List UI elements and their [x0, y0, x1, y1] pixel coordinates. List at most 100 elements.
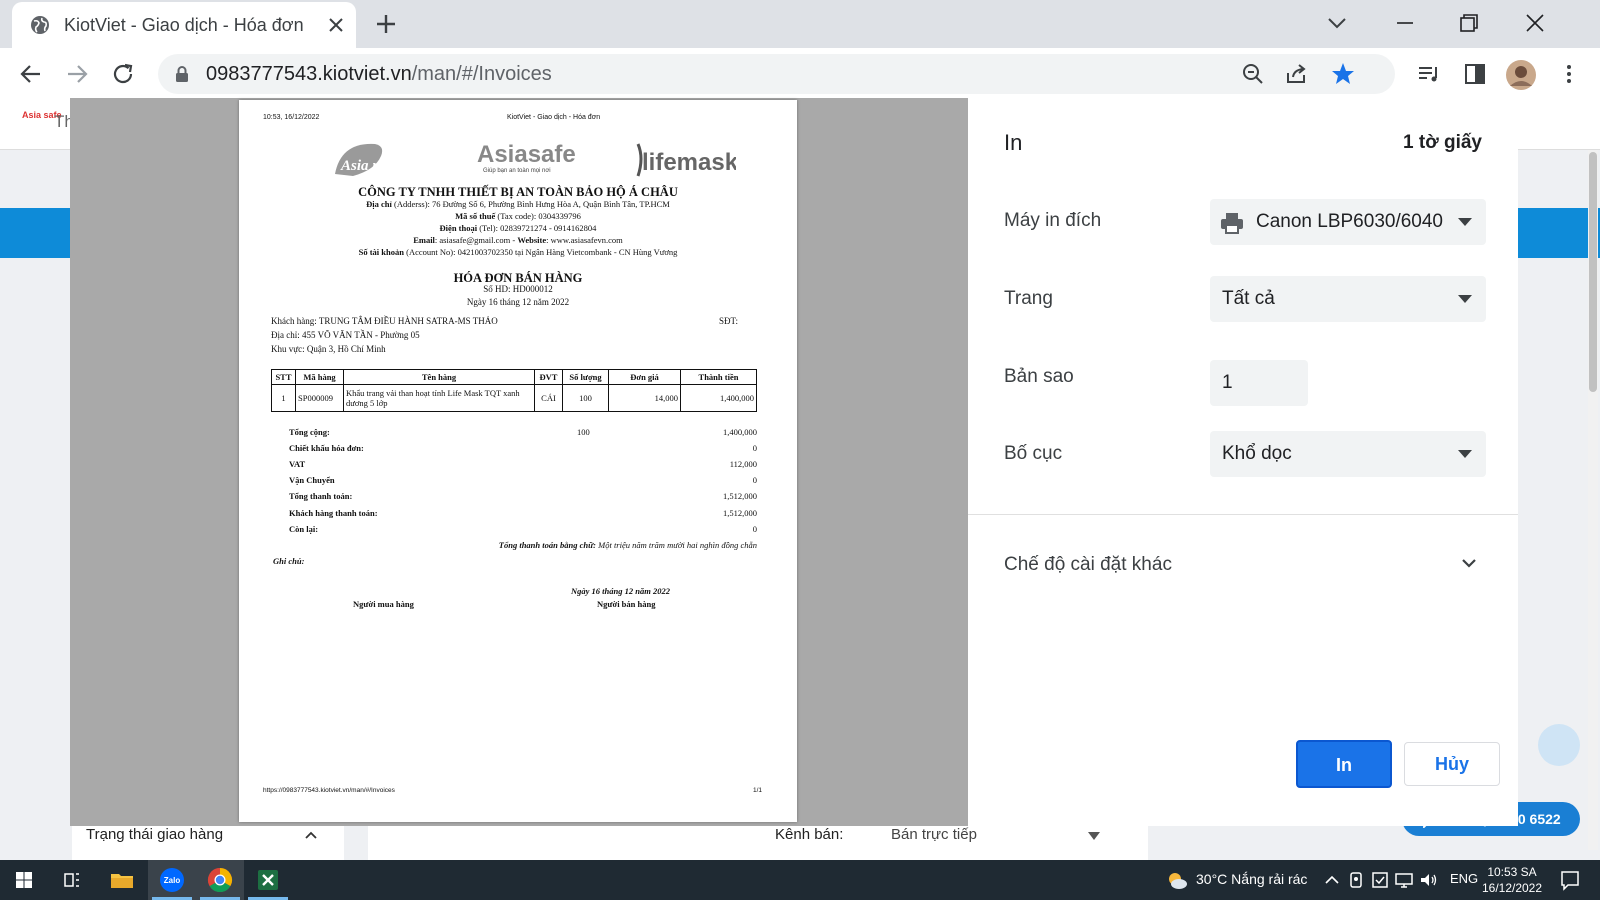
copies-value: 1 — [1222, 372, 1233, 393]
cell-qty: 100 — [562, 384, 609, 412]
browser-tab[interactable]: KiotViet - Giao dịch - Hóa đơn — [12, 2, 356, 48]
notification-icon[interactable] — [1558, 868, 1582, 892]
remaining-value: 0 — [752, 524, 757, 534]
asiasafe-brand-logo: Asiasafe Giúp bạn an toàn mọi nơi — [477, 141, 576, 174]
page-scrollbar[interactable] — [1588, 150, 1598, 850]
destination-select[interactable]: Canon LBP6030/6040 — [1210, 199, 1486, 245]
destination-value: Canon LBP6030/6040 — [1256, 211, 1443, 232]
total-qty: 100 — [577, 427, 590, 437]
chevron-up-icon[interactable] — [304, 828, 318, 842]
clock-time: 10:53 SA — [1487, 865, 1537, 879]
lifemask-logo: lifemask — [636, 143, 736, 177]
preview-footer-url: https://0983777543.kiotviet.vn/man/#/Inv… — [263, 787, 395, 794]
buyer-label: Người mua hàng — [353, 599, 414, 609]
tray-chevron-up-icon[interactable] — [1322, 870, 1342, 890]
asia-mask-logo-text: Asia mask — [340, 158, 387, 174]
grand-total-value: 1,512,000 — [723, 491, 757, 501]
lock-icon[interactable] — [174, 65, 190, 83]
caret-down-icon — [1458, 218, 1472, 226]
weather-text[interactable]: 30°C Nắng rải rác — [1196, 871, 1307, 887]
file-explorer-icon[interactable] — [108, 866, 136, 894]
network-icon[interactable] — [1394, 870, 1414, 890]
tab-title: KiotViet - Giao dịch - Hóa đơn — [64, 15, 304, 35]
chevron-down-icon[interactable] — [1458, 552, 1480, 574]
customer-name: Khách hàng: TRUNG TÂM ĐIỀU HÀNH SATRA-MS… — [271, 316, 498, 326]
website-label: Website — [517, 235, 547, 245]
col-code: Mã hàng — [295, 369, 344, 385]
print-button[interactable]: In — [1296, 740, 1392, 788]
tax-label: Mã số thuế — [455, 211, 496, 221]
side-panel-icon[interactable] — [1462, 61, 1488, 87]
caret-down-icon[interactable] — [1088, 832, 1100, 840]
zalo-icon[interactable]: Zalo — [158, 866, 186, 894]
close-window-icon[interactable] — [1522, 10, 1548, 36]
pages-select[interactable]: Tất cả — [1210, 276, 1486, 322]
destination-label: Máy in đích — [1004, 210, 1102, 231]
discount-label: Chiết khấu hóa đơn: — [289, 443, 364, 453]
url-host: 0983777543.kiotviet.vn — [206, 63, 412, 85]
close-tab-icon[interactable] — [324, 13, 348, 37]
invoice-date: Ngày 16 tháng 12 năm 2022 — [466, 297, 570, 307]
company-address: Địa chỉ (Adderss): 76 Đường Số 6, Phường… — [239, 199, 797, 209]
meet-now-icon[interactable] — [1346, 870, 1366, 890]
customer-address: Địa chỉ: 455 VÕ VĂN TẦN - Phường 05 — [271, 330, 420, 340]
channel-label: Kênh bán: — [775, 826, 844, 843]
clock-date: 16/12/2022 — [1481, 881, 1543, 895]
scroll-top-button[interactable] — [1538, 724, 1580, 766]
email-text: : asiasafe@gmail.com - — [434, 235, 518, 245]
reload-icon[interactable] — [110, 61, 136, 87]
forward-icon[interactable] — [64, 61, 90, 87]
profile-avatar-icon[interactable] — [1505, 59, 1537, 91]
lifemask-logo-text: lifemask — [642, 149, 736, 176]
invoice-items-table: STT Mã hàng Tên hàng ĐVT Số lượng Đơn gi… — [271, 369, 757, 412]
back-icon[interactable] — [18, 61, 44, 87]
remaining-label: Còn lại: — [289, 524, 319, 534]
tab-search-chevron-icon[interactable] — [1324, 10, 1350, 36]
amount-words-label: Tổng thanh toán bằng chữ: — [498, 540, 596, 550]
shipping-label: Vận Chuyển — [289, 475, 335, 485]
layout-select[interactable]: Khổ dọc — [1210, 431, 1486, 477]
windows-taskbar: Zalo 30°C Nắng rải rác ENG 10:53 SA 16/1… — [0, 860, 1600, 900]
address-bar[interactable]: 0983777543.kiotviet.vn/man/#/Invoices — [158, 54, 1395, 94]
new-tab-icon[interactable] — [374, 12, 398, 36]
system-clock[interactable]: 10:53 SA 16/12/2022 — [1476, 864, 1548, 896]
menu-dots-icon[interactable] — [1556, 61, 1582, 87]
language-indicator[interactable]: ENG — [1450, 871, 1478, 886]
asiasafe-logo-text: Asiasafe — [477, 141, 576, 168]
media-controls-icon[interactable] — [1416, 61, 1442, 87]
globe-icon — [31, 16, 49, 34]
chrome-icon[interactable] — [206, 866, 234, 894]
task-view-icon[interactable] — [58, 866, 86, 894]
bookmark-star-icon[interactable] — [1330, 61, 1356, 87]
print-settings-panel: In 1 tờ giấy Máy in đích Canon LBP6030/6… — [968, 98, 1518, 826]
company-account: Số tài khoản (Account No): 0421003702350… — [239, 247, 797, 257]
address-text: (Adderss): 76 Đường Số 6, Phường Bình Hư… — [394, 199, 670, 209]
table-row: 1 SP000009 Khẩu trang vải than hoạt tính… — [271, 384, 757, 412]
phone-label: Điện thoại — [439, 223, 478, 233]
security-icon[interactable] — [1370, 870, 1390, 890]
printer-icon — [1221, 213, 1243, 234]
more-settings-toggle[interactable]: Chế độ cài đặt khác — [1004, 554, 1172, 576]
caret-down-icon — [1458, 295, 1472, 303]
company-email: Email: asiasafe@gmail.com - Website: www… — [239, 235, 797, 245]
seller-label: Người bán hàng — [597, 599, 656, 609]
share-icon[interactable] — [1284, 61, 1310, 87]
caret-down-icon — [1458, 450, 1472, 458]
windows-start-icon[interactable] — [10, 866, 38, 894]
zoom-icon[interactable] — [1240, 61, 1266, 87]
copies-input[interactable]: 1 — [1210, 360, 1308, 406]
col-stt: STT — [271, 369, 296, 385]
channel-select[interactable]: Bán trực tiếp — [891, 826, 977, 843]
volume-icon[interactable] — [1418, 870, 1438, 890]
restore-icon[interactable] — [1456, 10, 1482, 36]
vat-label: VAT — [289, 459, 306, 469]
scrollbar-thumb[interactable] — [1589, 152, 1597, 392]
minimize-icon[interactable] — [1392, 10, 1418, 36]
print-title: In — [1004, 130, 1023, 155]
cancel-button[interactable]: Hủy — [1404, 742, 1500, 786]
weather-sun-cloud-icon[interactable] — [1166, 870, 1188, 890]
zalo-icon-label: Zalo — [164, 876, 181, 885]
url-text[interactable]: 0983777543.kiotviet.vn/man/#/Invoices — [206, 63, 552, 86]
excel-icon[interactable] — [254, 866, 282, 894]
preview-header-title: KiotViet - Giao dịch - Hóa đơn — [507, 114, 601, 121]
